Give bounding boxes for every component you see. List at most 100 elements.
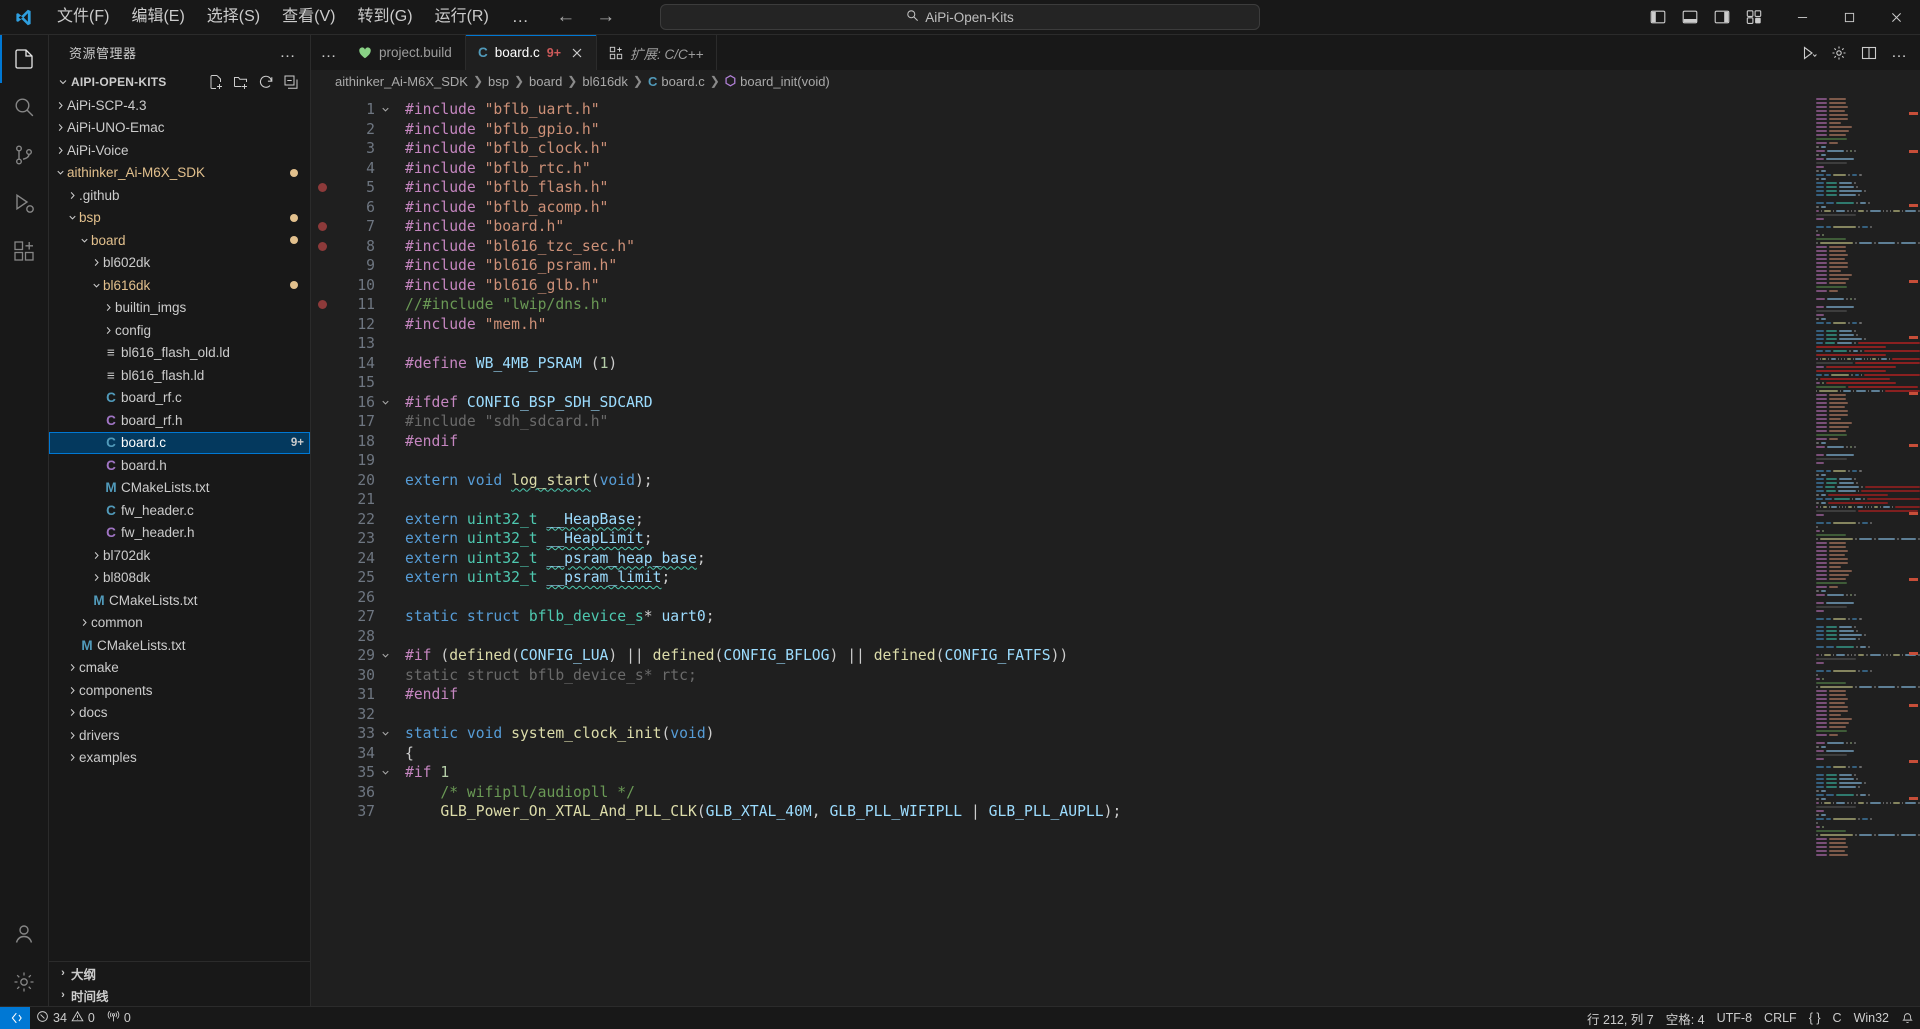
tree-file-row[interactable]: M CMakeLists.txt <box>49 589 310 612</box>
tree-folder-row[interactable]: bsp <box>49 207 310 230</box>
editor-more-actions-icon[interactable]: … <box>1886 40 1912 66</box>
activity-settings-gear-icon[interactable] <box>0 958 49 1006</box>
breakpoint-slot[interactable] <box>311 724 333 744</box>
fold-chevron-icon[interactable] <box>375 763 395 783</box>
code-line[interactable]: //#include "lwip/dns.h" <box>405 295 1812 315</box>
fold-gutter[interactable] <box>375 92 395 1006</box>
breadcrumb-item[interactable]: Cboard.c <box>648 74 705 89</box>
fold-chevron-icon[interactable] <box>375 724 395 744</box>
code-lines[interactable]: #include "bflb_uart.h" #include "bflb_gpi… <box>395 92 1812 1006</box>
code-line[interactable]: #include "bl616_tzc_sec.h" <box>405 237 1812 257</box>
code-line[interactable] <box>405 451 1812 471</box>
minimap[interactable] <box>1812 92 1920 1006</box>
breakpoint-slot[interactable] <box>311 627 333 647</box>
breakpoint-slot[interactable] <box>311 315 333 335</box>
breakpoint-slot[interactable] <box>311 198 333 218</box>
menu-view[interactable]: 查看(V) <box>271 4 346 30</box>
tree-folder-row[interactable]: AiPi-SCP-4.3 <box>49 94 310 117</box>
tree-file-row[interactable]: Cboard.c 9+ <box>49 432 310 455</box>
minimize-button[interactable] <box>1779 0 1826 35</box>
tree-folder-row[interactable]: aithinker_Ai-M6X_SDK <box>49 162 310 185</box>
menu-file[interactable]: 文件(F) <box>46 4 120 30</box>
breakpoint-slot[interactable] <box>311 666 333 686</box>
activity-run-debug[interactable] <box>0 179 49 227</box>
tree-folder-row[interactable]: bl702dk <box>49 544 310 567</box>
tree-folder-row[interactable]: examples <box>49 747 310 770</box>
menu-run[interactable]: 运行(R) <box>424 4 500 30</box>
workspace-root-row[interactable]: AIPI-OPEN-KITS <box>49 70 310 94</box>
refresh-explorer-icon[interactable] <box>255 71 277 93</box>
code-line[interactable]: extern uint32_t __HeapLimit; <box>405 529 1812 549</box>
breakpoint-slot[interactable] <box>311 607 333 627</box>
breakpoint-slot[interactable] <box>311 334 333 354</box>
explorer-more-actions-icon[interactable]: … <box>274 44 303 62</box>
end-of-line[interactable]: CRLF <box>1758 1007 1803 1029</box>
notifications-bell-icon[interactable] <box>1895 1007 1920 1029</box>
activity-source-control[interactable] <box>0 131 49 179</box>
tree-file-row[interactable]: Cfw_header.h <box>49 522 310 545</box>
code-line[interactable] <box>405 705 1812 725</box>
breakpoint-slot[interactable] <box>311 237 333 257</box>
code-line[interactable]: #include "mem.h" <box>405 315 1812 335</box>
menu-more-icon[interactable]: … <box>500 7 542 27</box>
new-folder-icon[interactable] <box>230 71 252 93</box>
breakpoint-slot[interactable] <box>311 373 333 393</box>
section-timeline[interactable]: › 时间线 <box>49 984 310 1006</box>
editor-tab[interactable]: project.build <box>346 35 466 70</box>
indentation[interactable]: 空格: 4 <box>1660 1007 1711 1029</box>
code-line[interactable]: static struct bflb_device_s* uart0; <box>405 607 1812 627</box>
tree-file-row[interactable]: Cboard_rf.c <box>49 387 310 410</box>
code-editor[interactable]: 1 2 3 4 5 6 7 8 9 10 11 12 13 14 15 16 17 18 19 20 21 22 23 24 2… <box>311 92 1920 1006</box>
code-line[interactable]: static struct bflb_device_s* rtc; <box>405 666 1812 686</box>
code-content[interactable]: 1 2 3 4 5 6 7 8 9 10 11 12 13 14 15 16 17 18 19 20 21 22 23 24 2… <box>311 92 1812 1006</box>
breakpoint-slot[interactable] <box>311 763 333 783</box>
tree-folder-row[interactable]: AiPi-UNO-Emac <box>49 117 310 140</box>
code-line[interactable]: GLB_Power_On_XTAL_And_PLL_CLK(GLB_XTAL_4… <box>405 802 1812 822</box>
code-line[interactable]: #include "bflb_clock.h" <box>405 139 1812 159</box>
tree-folder-row[interactable]: AiPi-Voice <box>49 139 310 162</box>
breakpoint-slot[interactable] <box>311 276 333 296</box>
breakpoint-slot[interactable] <box>311 744 333 764</box>
breakpoint-slot[interactable] <box>311 354 333 374</box>
code-line[interactable]: #include "bflb_uart.h" <box>405 100 1812 120</box>
code-line[interactable]: #include "bflb_acomp.h" <box>405 198 1812 218</box>
breakpoint-slot[interactable] <box>311 529 333 549</box>
breadcrumb[interactable]: aithinker_Ai-M6X_SDK ❯ bsp ❯ board ❯ bl616dk ❯ C… <box>311 70 1920 92</box>
run-debug-dropdown-icon[interactable] <box>1796 40 1822 66</box>
breakpoint-slot[interactable] <box>311 568 333 588</box>
code-line[interactable]: extern uint32_t __HeapBase; <box>405 510 1812 530</box>
customize-layout-icon[interactable] <box>1739 4 1769 30</box>
code-line[interactable]: #include "board.h" <box>405 217 1812 237</box>
code-line[interactable] <box>405 490 1812 510</box>
breakpoint-slot[interactable] <box>311 646 333 666</box>
bracket-pair-indicator[interactable]: { } <box>1803 1007 1827 1029</box>
breakpoint-slot[interactable] <box>311 471 333 491</box>
activity-extensions[interactable] <box>0 227 49 275</box>
tree-folder-row[interactable]: bl808dk <box>49 567 310 590</box>
tabs-overflow-icon[interactable]: … <box>311 35 346 70</box>
tree-file-row[interactable]: Cfw_header.c <box>49 499 310 522</box>
breakpoint-slot[interactable] <box>311 549 333 569</box>
code-line[interactable]: #include "bflb_rtc.h" <box>405 159 1812 179</box>
tree-folder-row[interactable]: docs <box>49 702 310 725</box>
tree-folder-row[interactable]: config <box>49 319 310 342</box>
breakpoint-slot[interactable] <box>311 295 333 315</box>
code-line[interactable]: extern void log_start(void); <box>405 471 1812 491</box>
back-arrow-icon[interactable]: ← <box>556 6 576 28</box>
breakpoint-slot[interactable] <box>311 256 333 276</box>
problems-indicator[interactable]: 34 0 <box>30 1007 101 1029</box>
code-line[interactable]: #include "sdh_sdcard.h" <box>405 412 1812 432</box>
breadcrumb-item[interactable]: ⬡ board_init(void) <box>725 73 830 89</box>
tree-folder-row[interactable]: drivers <box>49 724 310 747</box>
code-line[interactable]: /* wifipll/audiopll */ <box>405 783 1812 803</box>
command-center-search[interactable]: AiPi-Open-Kits <box>660 4 1260 30</box>
code-line[interactable]: #if 1 <box>405 763 1812 783</box>
code-line[interactable]: #include "bl616_psram.h" <box>405 256 1812 276</box>
breakpoint-slot[interactable] <box>311 393 333 413</box>
breakpoint-slot[interactable] <box>311 783 333 803</box>
code-line[interactable] <box>405 334 1812 354</box>
tree-file-row[interactable]: Cboard.h <box>49 454 310 477</box>
activity-search[interactable] <box>0 83 49 131</box>
remote-indicator[interactable] <box>0 1007 30 1029</box>
editor-tab[interactable]: 扩展: C/C++ <box>597 35 717 70</box>
